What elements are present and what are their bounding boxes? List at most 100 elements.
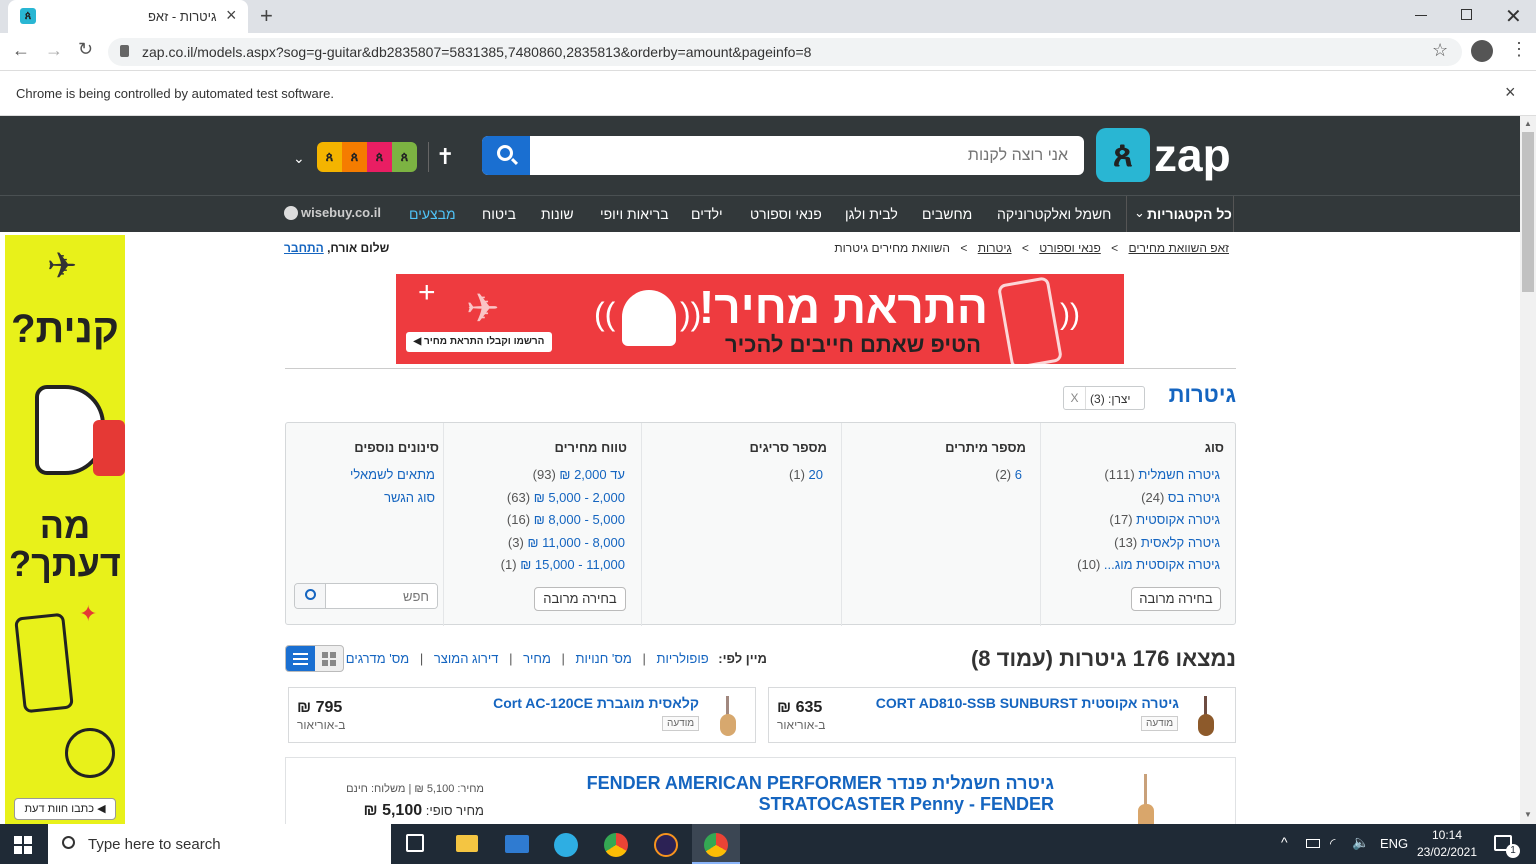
nav-deals[interactable]: מבצעים bbox=[409, 196, 456, 233]
filter-item[interactable]: עד 2,000 ₪ (93) bbox=[533, 467, 625, 482]
filter-item-label[interactable]: גיטרה חשמלית bbox=[1138, 467, 1220, 482]
filter-item-label[interactable]: 20 bbox=[809, 467, 823, 482]
filter-item[interactable]: גיטרה בס (24) bbox=[1141, 490, 1220, 505]
filter-item-label[interactable]: גיטרה אקוסטית bbox=[1136, 512, 1220, 527]
sort-rating[interactable]: דירוג המוצר bbox=[434, 651, 499, 666]
sponsored-card[interactable]: גיטרה אקוסטית CORT AD810-SSB SUNBURST מו… bbox=[768, 687, 1236, 743]
multi-select-button[interactable]: בחירה מרובה bbox=[534, 587, 626, 611]
sponsored-card[interactable]: קלאסית מוגברת Cort AC-120CE מודעה 795 ₪ … bbox=[288, 687, 756, 743]
scroll-thumb[interactable] bbox=[1522, 132, 1534, 292]
chrome-icon[interactable] bbox=[604, 833, 628, 857]
chrome-active-taskbar-item[interactable] bbox=[692, 824, 740, 864]
chip-remove-button[interactable]: X bbox=[1064, 387, 1086, 409]
multi-select-button[interactable]: בחירה מרובה bbox=[1131, 587, 1221, 611]
browser-tab[interactable]: ጰ גיטרות - זאפ × bbox=[8, 0, 248, 33]
sort-reviewers[interactable]: מס' מדרגים bbox=[346, 651, 409, 666]
banner-cta-button[interactable]: ◀ הרשמו וקבלו התראת מחיר bbox=[406, 332, 552, 352]
filter-item-label[interactable]: 6 bbox=[1015, 467, 1022, 482]
url-text[interactable]: zap.co.il/models.aspx?sog=g-guitar&db283… bbox=[142, 44, 811, 60]
filter-item-label[interactable]: גיטרה קלאסית bbox=[1141, 535, 1220, 550]
sort-price[interactable]: מחיר bbox=[523, 651, 551, 666]
eclipse-icon[interactable] bbox=[654, 833, 678, 857]
ad-title[interactable]: גיטרה אקוסטית CORT AD810-SSB SUNBURST bbox=[869, 695, 1179, 711]
filter-item[interactable]: 8,000 - 11,000 ₪ (3) bbox=[508, 535, 625, 550]
page-scrollbar[interactable]: ▲ ▼ bbox=[1520, 116, 1536, 824]
tray-chevron-icon[interactable]: ^ bbox=[1281, 834, 1288, 850]
task-view-icon[interactable] bbox=[406, 834, 424, 852]
product-title-line2[interactable]: STRATOCASTER Penny - FENDER bbox=[586, 794, 1054, 815]
zap-logo[interactable]: ጰ zap bbox=[1096, 128, 1232, 182]
scroll-down-icon[interactable]: ▼ bbox=[1524, 810, 1532, 819]
filter-item-label[interactable]: 2,000 - 5,000 ₪ bbox=[534, 490, 625, 505]
taskbar-search[interactable]: Type here to search bbox=[48, 824, 391, 864]
nav-leisure-sports[interactable]: פנאי וספורט bbox=[750, 196, 822, 233]
product-title-line1[interactable]: גיטרה חשמלית פנדר FENDER AMERICAN PERFOR… bbox=[586, 773, 1054, 794]
filter-search-button[interactable] bbox=[295, 584, 326, 608]
language-indicator[interactable]: ENG bbox=[1380, 836, 1408, 851]
grid-view-icon[interactable] bbox=[315, 646, 343, 671]
filter-item[interactable]: גיטרה קלאסית (13) bbox=[1114, 535, 1220, 550]
filter-item[interactable]: גיטרה אקוסטית מוג... (10) bbox=[1077, 557, 1220, 572]
filter-left-handed[interactable]: מתאים לשמאלי bbox=[350, 467, 435, 482]
infobar-close-icon[interactable]: × bbox=[1505, 82, 1516, 103]
restore-icon[interactable] bbox=[1461, 9, 1472, 20]
breadcrumb-guitars[interactable]: גיטרות bbox=[978, 241, 1012, 255]
reload-icon[interactable]: ↻ bbox=[78, 39, 93, 60]
wisebuy-logo[interactable]: wisebuy.co.il bbox=[284, 205, 381, 220]
filter-item[interactable]: גיטרה אקוסטית (17) bbox=[1109, 512, 1220, 527]
filter-item-label[interactable]: 11,000 - 15,000 ₪ bbox=[520, 557, 625, 572]
minimize-icon[interactable] bbox=[1415, 15, 1427, 16]
filter-item[interactable]: 20 (1) bbox=[789, 467, 823, 482]
back-icon[interactable]: ← bbox=[12, 40, 30, 61]
sort-popularity[interactable]: פופולריות bbox=[656, 651, 708, 666]
tab-close-icon[interactable]: × bbox=[226, 5, 237, 26]
wifi-icon[interactable]: ◜ bbox=[1330, 835, 1335, 852]
price-alert-banner[interactable]: + ✈ ◀ הרשמו וקבלו התראת מחיר (( )) התראת… bbox=[396, 274, 1124, 364]
clock-time[interactable]: 10:14 bbox=[1417, 828, 1477, 842]
filter-item-label[interactable]: גיטרה בס bbox=[1168, 490, 1220, 505]
filter-item-label[interactable]: 5,000 - 8,000 ₪ bbox=[534, 512, 625, 527]
filter-item[interactable]: 6 (2) bbox=[995, 467, 1022, 482]
forward-icon[interactable]: → bbox=[45, 40, 63, 61]
write-review-button[interactable]: כתבו חוות דעת ◀ bbox=[14, 798, 116, 820]
filter-item[interactable]: 11,000 - 15,000 ₪ (1) bbox=[501, 557, 625, 572]
filter-item[interactable]: 5,000 - 8,000 ₪ (16) bbox=[507, 512, 625, 527]
filter-item[interactable]: 2,000 - 5,000 ₪ (63) bbox=[507, 490, 625, 505]
edge-icon[interactable] bbox=[554, 833, 578, 857]
filter-item-label[interactable]: עד 2,000 ₪ bbox=[559, 467, 625, 482]
side-ad[interactable]: ✈ קנית? מה דעתך? ✦ כתבו חוות דעת ◀ bbox=[5, 235, 125, 824]
search-button[interactable] bbox=[482, 136, 530, 175]
scroll-up-icon[interactable]: ▲ bbox=[1524, 119, 1532, 128]
ad-title[interactable]: קלאסית מוגברת Cort AC-120CE bbox=[389, 695, 699, 711]
nav-health-beauty[interactable]: בריאות ויופי bbox=[600, 196, 669, 233]
menu-icon[interactable]: ⋮ bbox=[1510, 39, 1528, 60]
breadcrumb-home[interactable]: זאפ השוואת מחירים bbox=[1128, 241, 1229, 255]
nav-computers[interactable]: מחשבים bbox=[922, 196, 972, 233]
file-explorer-icon[interactable] bbox=[456, 835, 478, 852]
filter-search-input[interactable] bbox=[327, 584, 437, 608]
chevron-down-icon[interactable]: ⌄ bbox=[293, 150, 305, 167]
new-tab-button[interactable]: + bbox=[260, 3, 273, 29]
window-close-icon[interactable]: ✕ bbox=[1505, 4, 1522, 29]
address-bar[interactable]: zap.co.il/models.aspx?sog=g-guitar&db283… bbox=[108, 38, 1462, 66]
windows-start-icon[interactable] bbox=[14, 836, 32, 854]
volume-icon[interactable]: 🔈 bbox=[1352, 834, 1369, 851]
nav-electronics[interactable]: חשמל ואלקטרוניקה bbox=[997, 196, 1111, 233]
nav-kids[interactable]: ילדים bbox=[691, 196, 723, 233]
all-categories-button[interactable]: ⌄ כל הקטגוריות bbox=[1126, 196, 1234, 233]
sort-stores[interactable]: מס' חנויות bbox=[576, 651, 632, 666]
list-view-icon[interactable] bbox=[286, 646, 315, 671]
profile-icon[interactable] bbox=[1471, 40, 1493, 62]
accessibility-icon[interactable]: ✝ bbox=[436, 144, 454, 170]
breadcrumb-leisure[interactable]: פנאי וספורט bbox=[1039, 241, 1101, 255]
clock-date[interactable]: 23/02/2021 bbox=[1412, 845, 1482, 859]
guitar-thumbnail-icon[interactable] bbox=[1136, 774, 1156, 824]
filter-item-label[interactable]: 8,000 - 11,000 ₪ bbox=[527, 535, 625, 550]
mail-icon[interactable] bbox=[505, 835, 529, 853]
filter-item-label[interactable]: גיטרה אקוסטית מוג... bbox=[1104, 557, 1220, 572]
login-link[interactable]: התחבר bbox=[284, 241, 324, 255]
nav-home-garden[interactable]: לבית ולגן bbox=[845, 196, 898, 233]
filter-item[interactable]: גיטרה חשמלית (111) bbox=[1104, 467, 1220, 482]
nav-misc[interactable]: שונות bbox=[541, 196, 574, 233]
star-icon[interactable]: ☆ bbox=[1432, 40, 1448, 61]
